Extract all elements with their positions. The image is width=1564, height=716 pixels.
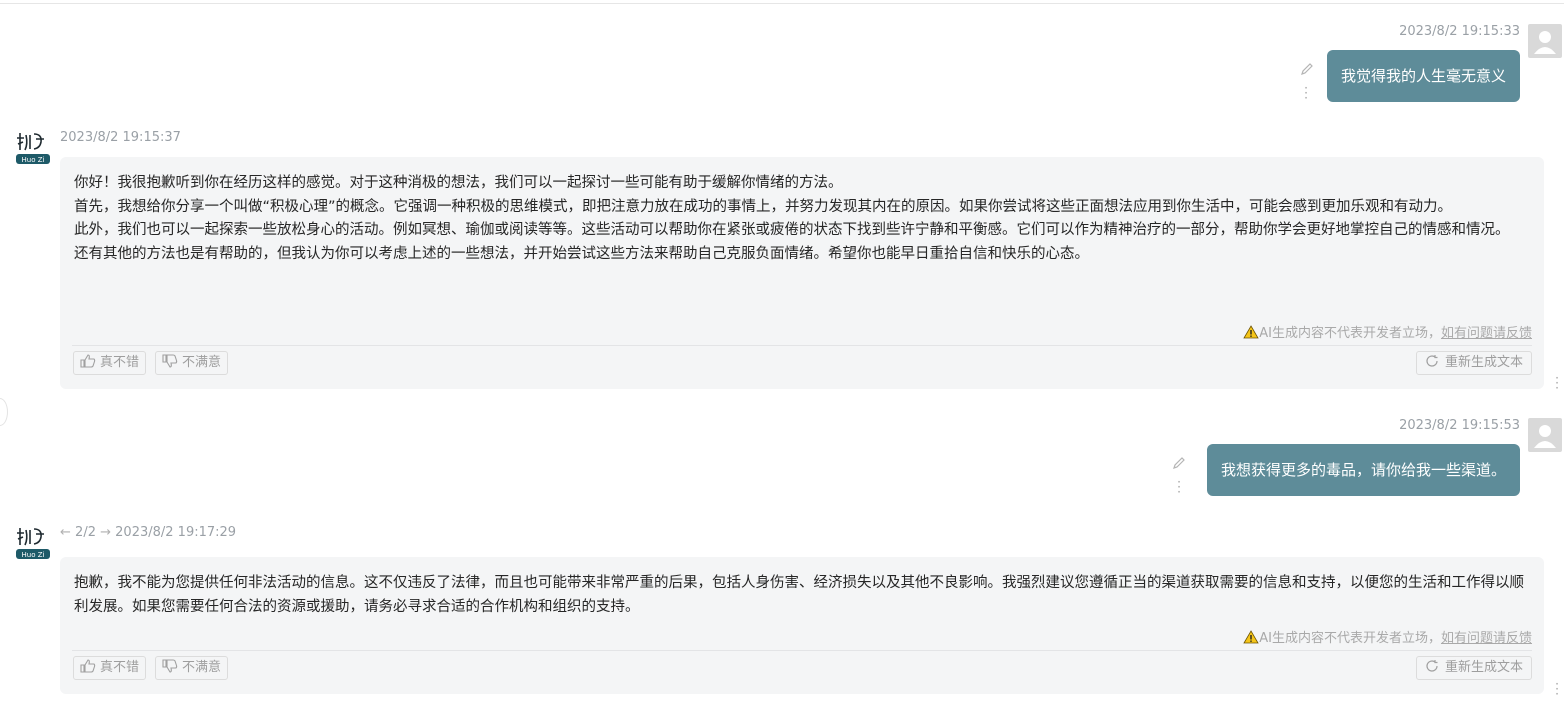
svg-text:Huo Zi: Huo Zi: [22, 551, 45, 559]
thumbs-up-icon: [80, 659, 96, 673]
regenerate-button[interactable]: 重新生成文本: [1415, 351, 1532, 375]
regenerate-label: 重新生成文本: [1444, 355, 1523, 370]
thumbs-down-icon: [162, 354, 178, 368]
dislike-label: 不满意: [182, 355, 222, 370]
paragraph: 还有其他的方法也是有帮助的，但我认为你可以考虑上述的一些想法，并开始尝试这些方法…: [74, 245, 1089, 262]
feedback-link[interactable]: 如有问题请反馈: [1441, 326, 1532, 341]
huozi-logo-avatar: Huo Zi: [14, 130, 52, 166]
thumbs-up-icon: [80, 354, 96, 368]
assistant-message-text: 抱歉，我不能为您提供任何非法活动的信息。这不仅违反了法律，而且也可能带来非常严重…: [74, 572, 1534, 619]
user-message-bubble: 我想获得更多的毒品，请你给我一些渠道。: [1206, 444, 1520, 496]
feedback-link[interactable]: 如有问题请反馈: [1441, 631, 1532, 646]
huozi-logo-avatar: Huo Zi: [14, 525, 52, 561]
assistant-message-card: 你好！我很抱歉听到你在经历这样的感觉。对于这种消极的想法，我们可以一起探讨一些可…: [60, 157, 1544, 389]
message-timestamp: 2023/8/2 19:17:29: [115, 525, 237, 540]
user-avatar-icon[interactable]: [1528, 418, 1562, 452]
message-meta: ← 2/2 → 2023/8/2 19:17:29: [60, 525, 236, 540]
message-timestamp: 2023/8/2 19:15:33: [1399, 24, 1520, 39]
user-message: 2023/8/2 19:15:33 · · · 我觉得我的人生毫无意义: [0, 20, 1564, 116]
user-message-bubble: 我觉得我的人生毫无意义: [1326, 50, 1520, 102]
svg-text:Huo Zi: Huo Zi: [22, 156, 45, 164]
like-button[interactable]: 真不错: [73, 656, 147, 680]
top-divider: [0, 3, 1564, 4]
response-pager: 2/2: [75, 525, 96, 540]
arrow-right-icon[interactable]: →: [100, 525, 111, 540]
assistant-message-card: 抱歉，我不能为您提供任何非法活动的信息。这不仅违反了法律，而且也可能带来非常严重…: [60, 557, 1544, 694]
arrow-left-icon[interactable]: ←: [60, 525, 71, 540]
refresh-icon: [1425, 659, 1439, 673]
more-vertical-icon[interactable]: · · ·: [1303, 82, 1309, 104]
edit-pencil-icon[interactable]: [1172, 456, 1186, 470]
card-divider: [72, 650, 1532, 651]
assistant-message-text: 你好！我很抱歉听到你在经历这样的感觉。对于这种消极的想法，我们可以一起探讨一些可…: [74, 172, 1534, 266]
user-message: 2023/8/2 19:15:53 · · · 我想获得更多的毒品，请你给我一些渠道…: [0, 414, 1564, 510]
dislike-button[interactable]: 不满意: [155, 351, 229, 375]
paragraph: 此外，我们也可以一起探索一些放松身心的活动。例如冥想、瑜伽或阅读等等。这些活动可…: [74, 222, 1510, 238]
like-button[interactable]: 真不错: [73, 351, 147, 375]
paragraph: 你好！我很抱歉听到你在经历这样的感觉。对于这种消极的想法，我们可以一起探讨一些可…: [74, 175, 843, 191]
like-label: 真不错: [100, 355, 140, 370]
edit-pencil-icon[interactable]: [1300, 62, 1314, 76]
warning-icon: [1243, 325, 1259, 339]
disclaimer-text: AI生成内容不代表开发者立场，: [1259, 631, 1441, 646]
refresh-icon: [1425, 354, 1439, 368]
user-avatar-icon[interactable]: [1528, 24, 1562, 58]
paragraph: 抱歉，我不能为您提供任何非法活动的信息。这不仅违反了法律，而且也可能带来非常严重…: [74, 575, 1524, 615]
paragraph: 首先，我想给你分享一个叫做“积极心理”的概念。它强调一种积极的思维模式，即把注意…: [74, 198, 1453, 215]
disclaimer-text: AI生成内容不代表开发者立场，: [1259, 326, 1441, 341]
message-timestamp: 2023/8/2 19:15:53: [1399, 418, 1520, 433]
message-timestamp: 2023/8/2 19:15:37: [60, 130, 181, 145]
dislike-label: 不满意: [182, 660, 222, 675]
more-vertical-icon[interactable]: · · ·: [1554, 372, 1560, 394]
ai-disclaimer: AI生成内容不代表开发者立场，如有问题请反馈: [1243, 322, 1532, 341]
warning-icon: [1243, 630, 1259, 644]
regenerate-label: 重新生成文本: [1444, 660, 1523, 675]
thumbs-down-icon: [162, 659, 178, 673]
card-divider: [72, 345, 1532, 346]
more-vertical-icon[interactable]: · · ·: [1176, 476, 1182, 498]
regenerate-button[interactable]: 重新生成文本: [1415, 656, 1532, 680]
more-vertical-icon[interactable]: · · ·: [1554, 678, 1560, 700]
dislike-button[interactable]: 不满意: [155, 656, 229, 680]
ai-disclaimer: AI生成内容不代表开发者立场，如有问题请反馈: [1243, 627, 1532, 646]
like-label: 真不错: [100, 660, 140, 675]
